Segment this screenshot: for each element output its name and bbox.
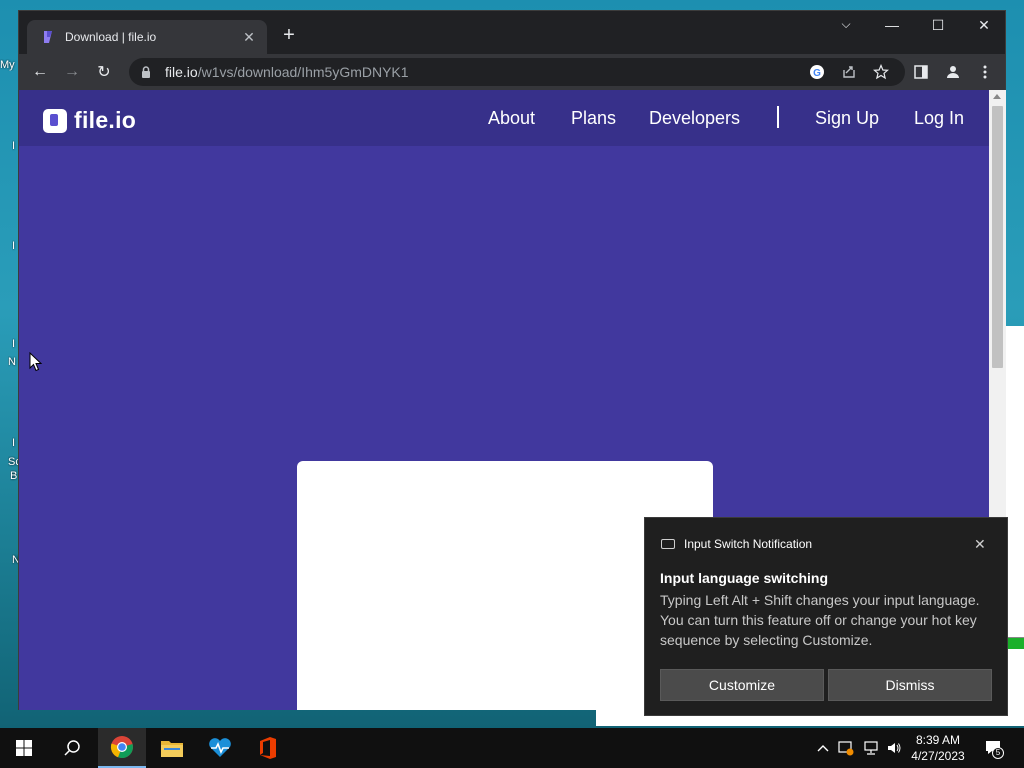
dismiss-button[interactable]: Dismiss [828,669,992,701]
nav-plans[interactable]: Plans [571,108,616,129]
tab-title: Download | file.io [65,30,157,44]
svg-text:G: G [813,68,821,79]
side-panel-icon[interactable] [909,60,933,84]
show-hidden-icons-chevron-icon[interactable] [814,740,832,755]
mouse-cursor-icon [29,352,43,372]
desktop-icon-label[interactable]: My [0,59,18,71]
scroll-up-arrow-icon[interactable] [993,94,1001,99]
taskbar-file-explorer[interactable] [148,728,196,768]
tab-close-icon[interactable]: ✕ [241,29,257,46]
action-center-button[interactable]: 5 [984,738,1004,759]
close-window-button[interactable]: ✕ [969,17,999,34]
maximize-button[interactable]: ☐ [923,17,953,34]
system-clock[interactable]: 8:39 AM 4/27/2023 [906,732,970,764]
new-tab-button[interactable]: + [277,25,301,45]
folder-icon [161,741,183,757]
input-switch-notification: Input Switch Notification ✕ Input langua… [644,517,1008,716]
url-path: /w1vs/download/Ihm5yGmDNYK1 [197,64,409,80]
heartbeat-icon [209,738,231,757]
back-button[interactable]: ← [28,60,52,84]
background-progress-bar [1008,637,1024,649]
forward-button[interactable]: → [60,60,84,84]
tab-download-file-io[interactable]: Download | file.io ✕ [27,20,267,54]
network-icon[interactable] [862,740,880,759]
nav-sign-up[interactable]: Sign Up [815,108,879,129]
taskbar-office[interactable] [244,728,292,768]
taskbar: 8:39 AM 4/27/2023 5 [0,728,1024,768]
notification-count: 5 [992,747,1004,759]
bookmark-star-icon[interactable] [871,62,891,82]
logo-text: file.io [74,107,137,133]
minimize-button[interactable]: — [877,17,907,33]
tab-strip: Download | file.io ✕ + ⌵ — ☐ ✕ [19,11,1005,54]
notification-title: Input language switching [660,570,828,586]
windows-logo-icon [16,740,32,756]
nav-log-in[interactable]: Log In [914,108,964,129]
tab-search-icon[interactable]: ⌵ [831,17,861,32]
url-host: file.io [165,64,198,80]
taskbar-health-app[interactable] [196,728,244,768]
scrollbar-thumb[interactable] [992,106,1003,368]
clock-date: 4/27/2023 [911,749,965,763]
browser-toolbar: ← → ↻ file.io/w1vs/download/Ihm5yGmDNYK1… [19,54,1005,90]
site-logo[interactable]: file.io [43,107,136,134]
site-header: file.io About Plans Developers Sign Up L… [19,90,989,146]
security-alert-icon[interactable] [837,740,855,759]
nav-divider [777,106,779,128]
search-icon [64,740,80,756]
file-io-logo-icon [43,108,67,133]
notification-body: Typing Left Alt + Shift changes your inp… [660,592,980,648]
notification-header: Input Switch Notification [661,537,812,551]
volume-icon[interactable] [885,740,903,759]
address-bar[interactable]: file.io/w1vs/download/Ihm5yGmDNYK1 G [129,58,905,86]
office-icon [260,737,276,759]
google-translate-icon[interactable]: G [807,62,827,82]
notification-app-name: Input Switch Notification [684,537,813,551]
clock-time: 8:39 AM [915,733,961,747]
reload-button[interactable]: ↻ [92,60,116,84]
customize-button[interactable]: Customize [660,669,824,701]
taskbar-chrome[interactable] [98,728,146,768]
share-icon[interactable] [839,62,859,82]
kebab-menu-icon[interactable] [973,60,997,84]
keyboard-icon [661,539,675,549]
nav-developers[interactable]: Developers [649,108,740,129]
lock-icon[interactable] [139,65,153,79]
profile-icon[interactable] [941,60,965,84]
chrome-icon [110,736,133,759]
nav-about[interactable]: About [488,108,535,129]
file-io-favicon-icon [44,31,52,43]
search-button[interactable] [48,728,96,768]
start-button[interactable] [0,728,48,768]
notification-close-icon[interactable]: ✕ [974,536,986,553]
